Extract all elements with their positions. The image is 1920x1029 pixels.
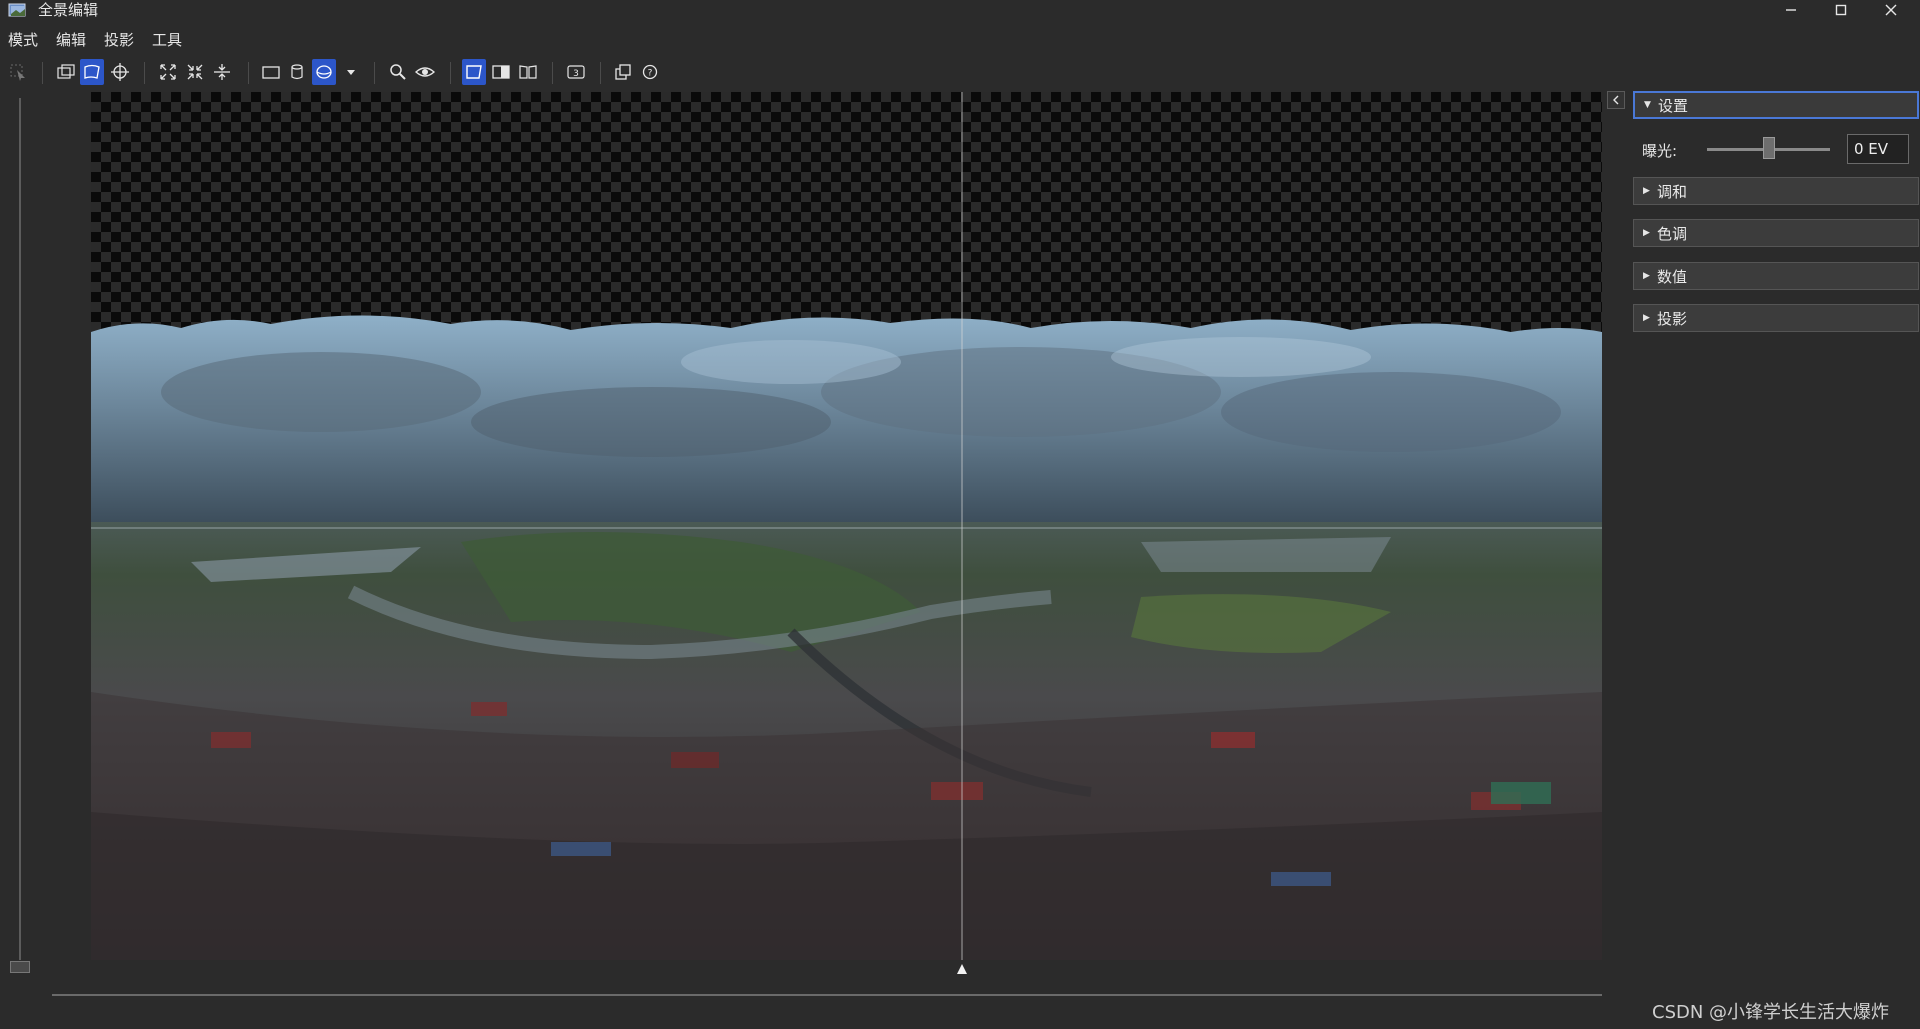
chevron-right-icon: ▶: [1643, 271, 1650, 281]
view-half-icon: [492, 65, 510, 79]
section-numeric[interactable]: ▶ 数值: [1633, 262, 1919, 290]
fit-icon: [160, 64, 176, 80]
vertical-slider-track[interactable]: [19, 98, 21, 960]
panorama-canvas[interactable]: [91, 92, 1602, 960]
layers-icon: [615, 64, 631, 80]
horizontal-slider-track[interactable]: [52, 994, 1602, 996]
chevron-right-icon: ▶: [1643, 313, 1650, 323]
panorama-image: [91, 92, 1602, 960]
section-numeric-label: 数值: [1657, 267, 1688, 286]
fit-inner-icon: [187, 64, 203, 80]
menu-edit[interactable]: 编辑: [56, 28, 86, 52]
layers-button[interactable]: [611, 59, 635, 85]
section-projection-label: 投影: [1657, 309, 1688, 328]
move-frame-icon: [57, 64, 75, 79]
fit-inner-button[interactable]: [183, 59, 207, 85]
svg-text:?: ?: [648, 69, 653, 79]
section-projection[interactable]: ▶ 投影: [1633, 304, 1919, 332]
watermark-text: CSDN @小锋学长生活大爆炸: [1652, 1002, 1890, 1023]
menu-bar: 模式 编辑 投影 工具: [0, 28, 1920, 52]
window-title: 全景编辑: [38, 1, 99, 19]
select-icon: [10, 64, 25, 81]
crosshair-button[interactable]: [108, 59, 132, 85]
preview-eye-icon: [415, 67, 435, 77]
section-blend[interactable]: ▶ 调和: [1633, 177, 1919, 205]
svg-text:3: 3: [573, 69, 579, 79]
minimize-button[interactable]: [1768, 0, 1814, 20]
close-icon: [1885, 4, 1897, 16]
view-split-button[interactable]: [516, 59, 540, 85]
cylindrical-button[interactable]: [285, 59, 309, 85]
number-3-button[interactable]: 3: [564, 59, 588, 85]
chevron-right-icon: ▶: [1643, 228, 1650, 238]
app-icon: [8, 3, 26, 17]
rectilinear-icon: [262, 66, 280, 79]
select-tool-button[interactable]: [6, 59, 30, 85]
section-tone-label: 色调: [1657, 224, 1688, 243]
exposure-label: 曝光:: [1642, 142, 1678, 160]
move-frame-button[interactable]: [54, 59, 78, 85]
straighten-icon: [214, 64, 230, 80]
section-blend-label: 调和: [1657, 182, 1688, 201]
vertical-slider-handle[interactable]: [10, 961, 30, 973]
view-split-icon: [519, 65, 537, 79]
maximize-icon: [1835, 4, 1847, 16]
spherical-button[interactable]: [312, 59, 336, 85]
spherical-icon: [316, 65, 332, 79]
minimize-icon: [1786, 9, 1796, 11]
chevron-right-icon: ▶: [1643, 186, 1650, 196]
menu-projection[interactable]: 投影: [104, 28, 134, 52]
chevron-down-icon: ▼: [1644, 100, 1651, 110]
straighten-button[interactable]: [210, 59, 234, 85]
cylindrical-icon: [291, 64, 303, 80]
edit-frame-icon: [84, 64, 100, 79]
menu-mode[interactable]: 模式: [8, 28, 38, 52]
exposure-slider-thumb[interactable]: [1762, 137, 1775, 159]
close-button[interactable]: [1868, 0, 1914, 20]
zoom-button[interactable]: [386, 59, 410, 85]
zoom-icon: [390, 64, 406, 80]
view-half-button[interactable]: [489, 59, 513, 85]
menu-tools[interactable]: 工具: [152, 28, 182, 52]
section-settings-label: 设置: [1658, 96, 1689, 115]
rectilinear-button[interactable]: [259, 59, 283, 85]
section-tone[interactable]: ▶ 色调: [1633, 219, 1919, 247]
fit-button[interactable]: [156, 59, 180, 85]
center-marker-icon[interactable]: [956, 963, 968, 975]
section-settings[interactable]: ▼ 设置: [1633, 91, 1919, 119]
help-button[interactable]: ?: [638, 59, 662, 85]
projection-dropdown-button[interactable]: [339, 59, 363, 85]
maximize-button[interactable]: [1818, 0, 1864, 20]
number-3-icon: 3: [567, 65, 585, 79]
view-normal-icon: [466, 65, 482, 79]
panel-collapse-button[interactable]: [1607, 91, 1625, 109]
preview-button[interactable]: [413, 59, 437, 85]
chevron-left-icon: [1613, 95, 1619, 105]
title-bar: 全景编辑: [0, 0, 1920, 20]
edit-frame-button[interactable]: [80, 59, 104, 85]
exposure-value-field[interactable]: 0 EV: [1847, 134, 1909, 164]
projection-dropdown-icon: [347, 70, 355, 75]
toolbar: 3 ?: [0, 59, 1920, 87]
help-icon: ?: [642, 64, 658, 80]
crosshair-icon: [111, 63, 129, 81]
view-normal-button[interactable]: [462, 59, 486, 85]
